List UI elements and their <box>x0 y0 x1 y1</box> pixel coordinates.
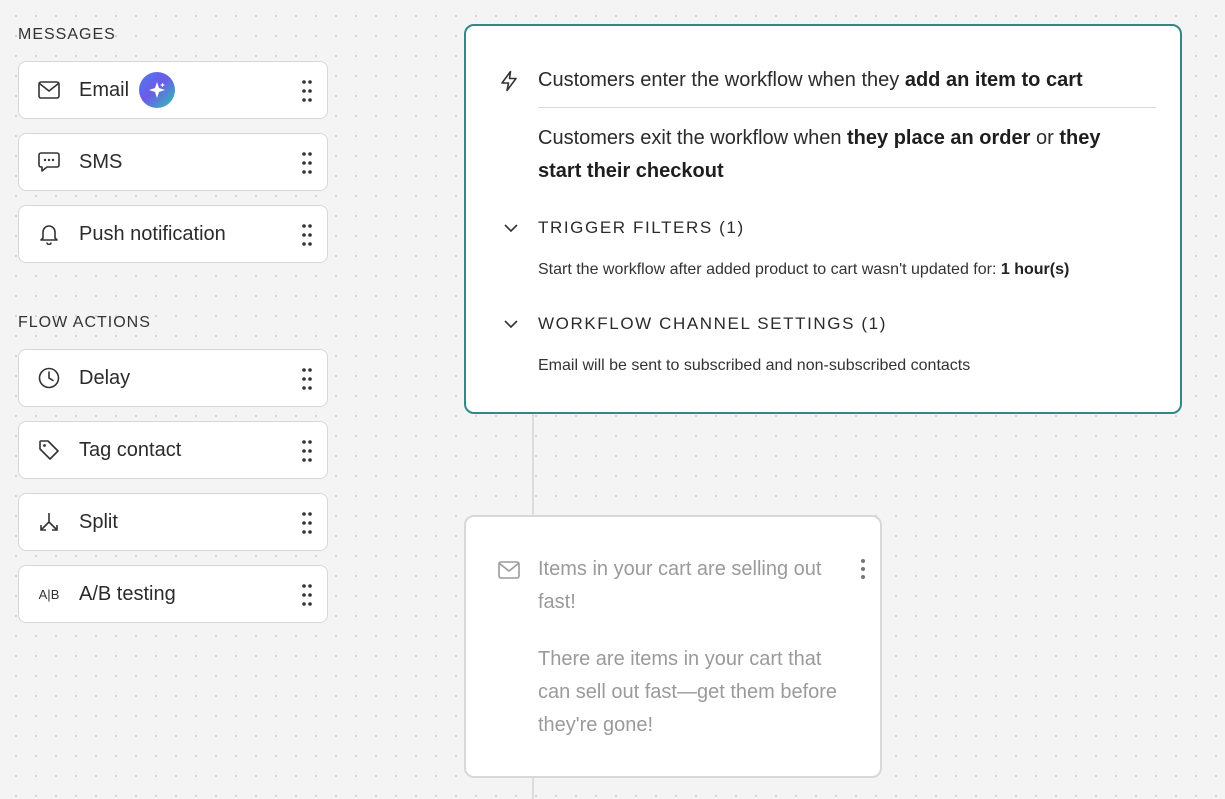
bell-icon <box>37 222 61 246</box>
drag-handle-icon[interactable] <box>302 439 312 463</box>
messages-section-title: MESSAGES <box>18 26 116 43</box>
push-notification-block[interactable]: Push notification <box>18 205 328 263</box>
drag-handle-icon[interactable] <box>302 223 312 247</box>
drag-handle-icon[interactable] <box>302 583 312 607</box>
more-options-icon[interactable] <box>858 557 868 581</box>
mail-icon <box>37 78 61 102</box>
drag-handle-icon[interactable] <box>302 151 312 175</box>
drag-handle-icon[interactable] <box>302 79 312 103</box>
lightning-icon <box>501 70 517 92</box>
sms-block-label: SMS <box>79 150 123 173</box>
split-block[interactable]: Split <box>18 493 328 551</box>
channel-settings-toggle[interactable]: WORKFLOW CHANNEL SETTINGS (1) <box>502 314 887 334</box>
trigger-enter-text: Customers enter the workflow when they a… <box>538 69 1083 91</box>
tag-contact-block[interactable]: Tag contact <box>18 421 328 479</box>
channel-settings-text: Email will be sent to subscribed and non… <box>538 357 971 374</box>
drag-handle-icon[interactable] <box>302 511 312 535</box>
email-subject: Items in your cart are selling out fast! <box>538 558 822 613</box>
split-block-label: Split <box>79 510 118 533</box>
push-notification-block-label: Push notification <box>79 222 226 245</box>
ab-testing-block-label: A/B testing <box>79 582 176 605</box>
clock-icon <box>37 366 61 390</box>
email-block[interactable]: Email <box>18 61 328 119</box>
flow-actions-section-title: FLOW ACTIONS <box>18 314 151 331</box>
mail-icon <box>498 561 520 579</box>
trigger-filters-toggle[interactable]: TRIGGER FILTERS (1) <box>502 218 745 238</box>
delay-block[interactable]: Delay <box>18 349 328 407</box>
drag-handle-icon[interactable] <box>302 367 312 391</box>
email-message-node[interactable]: Items in your cart are selling out fast!… <box>464 515 882 778</box>
sms-block[interactable]: SMS <box>18 133 328 191</box>
email-block-label: Email <box>79 78 130 101</box>
trigger-exit-text: Customers exit the workflow when they pl… <box>538 127 1101 182</box>
chevron-down-icon <box>502 219 520 237</box>
ab-icon: A|B <box>38 586 60 602</box>
chat-icon <box>37 150 61 174</box>
tag-icon <box>37 438 61 462</box>
sparkle-icon <box>139 72 176 108</box>
tag-contact-block-label: Tag contact <box>79 438 182 461</box>
flow-connector <box>532 414 534 515</box>
chevron-down-icon <box>502 315 520 333</box>
trigger-node[interactable]: Customers enter the workflow when they a… <box>464 24 1182 414</box>
trigger-filters-text: Start the workflow after added product t… <box>538 261 1070 278</box>
channel-settings-title: WORKFLOW CHANNEL SETTINGS (1) <box>538 314 887 333</box>
email-preview-text: There are items in your cart that can se… <box>538 648 838 736</box>
ab-testing-block[interactable]: A|B A/B testing <box>18 565 328 623</box>
flow-connector <box>532 778 534 799</box>
trigger-filters-title: TRIGGER FILTERS (1) <box>538 218 745 237</box>
delay-block-label: Delay <box>79 366 131 389</box>
trigger-divider <box>538 107 1156 108</box>
split-icon <box>37 510 61 534</box>
